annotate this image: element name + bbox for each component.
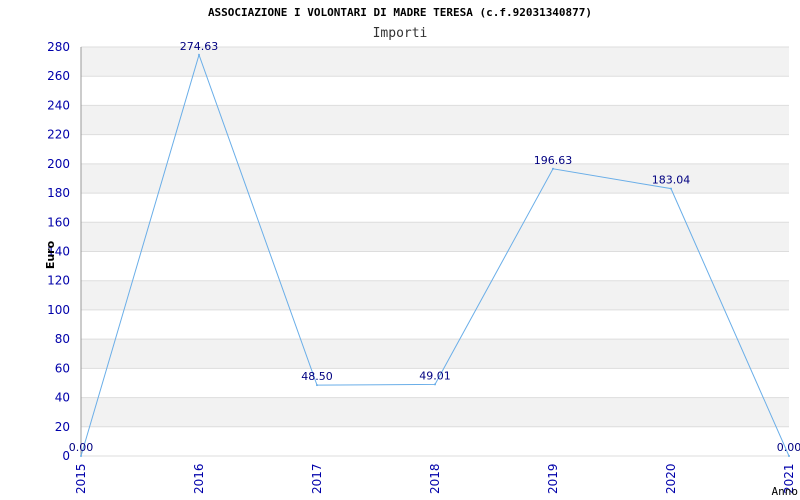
data-point — [198, 53, 200, 56]
y-tick-label: 60 — [55, 361, 70, 375]
y-tick-label: 220 — [47, 128, 70, 142]
x-tick-label: 2017 — [310, 463, 324, 494]
data-label: 0.00 — [777, 441, 800, 454]
x-axis-ticks: 2015 2016 2017 2018 2019 2020 2021 — [74, 463, 796, 494]
y-axis-label: Euro — [44, 240, 57, 269]
y-tick-label: 260 — [47, 69, 70, 83]
data-point — [80, 455, 82, 457]
data-label: 48.50 — [301, 370, 333, 383]
grid-band — [81, 339, 789, 369]
x-tick-label: 2016 — [192, 463, 206, 494]
grid-band — [81, 222, 789, 252]
grid-band — [81, 251, 789, 281]
y-tick-label: 120 — [47, 274, 70, 288]
grid-band — [81, 426, 789, 456]
y-tick-label: 80 — [55, 332, 70, 346]
y-tick-label: 20 — [55, 420, 70, 434]
y-tick-label: 180 — [47, 186, 70, 200]
data-point — [552, 167, 554, 170]
y-tick-label: 100 — [47, 303, 70, 317]
grid-band — [81, 134, 789, 164]
data-point — [670, 187, 672, 190]
y-tick-label: 280 — [47, 40, 70, 54]
x-tick-label: 2015 — [74, 463, 88, 494]
data-point — [434, 383, 436, 386]
data-label: 49.01 — [419, 369, 451, 382]
grid-band — [81, 76, 789, 106]
data-label: 0.00 — [69, 441, 94, 454]
grid-band — [81, 309, 789, 340]
grid-band — [81, 280, 789, 310]
grid-band — [81, 193, 789, 223]
data-point — [788, 455, 790, 457]
line-chart: 020406080100120140160180200220240260280 … — [44, 40, 800, 498]
data-point — [316, 384, 318, 387]
x-tick-label: 2020 — [664, 463, 678, 494]
x-axis-label: Anno — [772, 485, 799, 498]
grid-band — [81, 397, 789, 427]
y-tick-label: 160 — [47, 215, 70, 229]
data-label: 196.63 — [534, 154, 573, 167]
x-tick-label: 2019 — [546, 463, 560, 494]
data-label: 183.04 — [652, 174, 691, 187]
x-tick-label: 2018 — [428, 463, 442, 494]
grid-bands — [80, 46, 789, 457]
y-tick-label: 200 — [47, 157, 70, 171]
grid-band — [81, 105, 789, 135]
y-tick-label: 240 — [47, 98, 70, 112]
y-tick-label: 40 — [55, 391, 70, 405]
data-label: 274.63 — [180, 40, 219, 53]
